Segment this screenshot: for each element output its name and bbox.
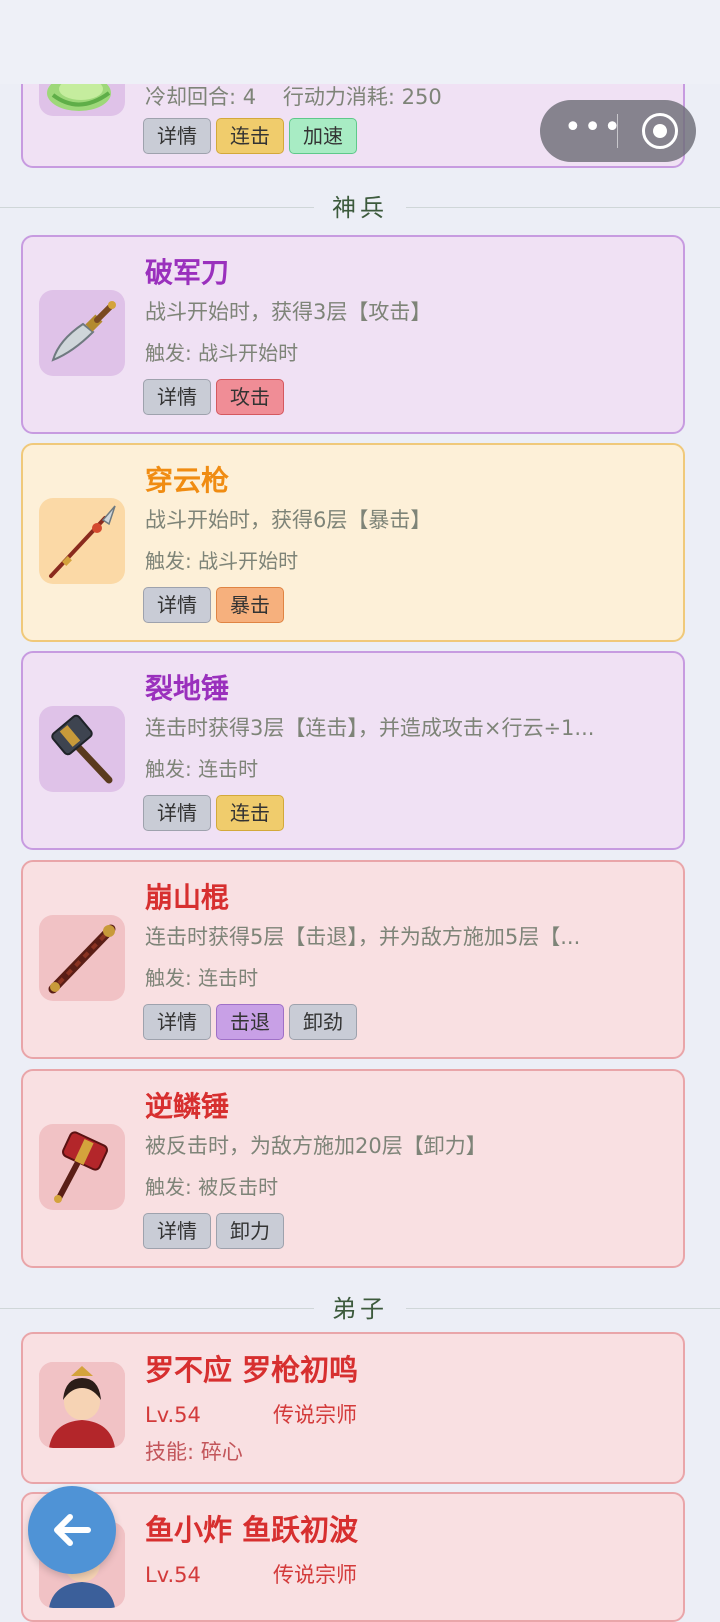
detail-tag[interactable]: 详情 xyxy=(143,118,211,154)
staff-icon xyxy=(39,915,125,1001)
critical-tag[interactable]: 暴击 xyxy=(216,587,284,623)
action-cost-text: 行动力消耗: 250 xyxy=(282,85,442,109)
capsule-divider xyxy=(617,114,618,148)
weapon-description: 战斗开始时，获得6层【暴击】 xyxy=(145,508,432,532)
attack-tag[interactable]: 攻击 xyxy=(216,379,284,415)
weapon-name: 穿云枪 xyxy=(145,464,230,497)
weapon-description: 连击时获得5层【击退】，并为敌方施加5层【... xyxy=(145,925,581,949)
arrow-left-icon xyxy=(54,1514,91,1546)
detail-tag[interactable]: 详情 xyxy=(143,379,211,415)
combo-tag[interactable]: 连击 xyxy=(216,118,284,154)
weaken-tag[interactable]: 卸力 xyxy=(216,1213,284,1249)
tag-list: 详情 暴击 xyxy=(143,587,289,625)
weapon-description: 被反击时，为敌方施加20层【卸力】 xyxy=(145,1134,487,1158)
cooldown-text: 冷却回合: 4 xyxy=(145,85,257,109)
tag-list: 详情 连击 加速 xyxy=(143,118,362,156)
tag-list: 详情 击退 卸劲 xyxy=(143,1004,362,1042)
disciple-name: 罗不应 罗枪初鸣 xyxy=(145,1353,359,1387)
disciple-rank: 传说宗师 xyxy=(273,1563,357,1587)
mini-program-capsule: ••• xyxy=(540,100,696,162)
weapon-name: 逆鳞锤 xyxy=(145,1090,230,1123)
disciple-level: Lv.54 xyxy=(145,1563,201,1587)
weapon-trigger: 触发: 战斗开始时 xyxy=(145,341,299,365)
war-hammer-icon xyxy=(39,1124,125,1210)
disciple-rank: 传说宗师 xyxy=(273,1403,357,1427)
weapon-trigger: 触发: 战斗开始时 xyxy=(145,549,299,573)
section-title-weapons: 神兵 xyxy=(332,194,388,222)
more-options-icon[interactable]: ••• xyxy=(564,112,621,150)
disciple-card[interactable]: 鱼小炸 鱼跃初波 Lv.54 传说宗师 xyxy=(21,1492,685,1622)
disciple-skill: 技能: 碎心 xyxy=(145,1440,243,1464)
weapon-card[interactable]: 破军刀 战斗开始时，获得3层【攻击】 触发: 战斗开始时 详情 攻击 xyxy=(21,235,685,434)
weapon-name: 裂地锤 xyxy=(145,672,230,705)
weapon-card[interactable]: 逆鳞锤 被反击时，为敌方施加20层【卸力】 触发: 被反击时 详情 卸力 xyxy=(21,1069,685,1268)
weapon-trigger: 触发: 被反击时 xyxy=(145,1175,279,1199)
weapon-description: 连击时获得3层【连击】，并造成攻击×行云÷1... xyxy=(145,716,595,740)
weapon-trigger: 触发: 连击时 xyxy=(145,757,259,781)
tag-list: 详情 攻击 xyxy=(143,379,289,417)
weapon-card[interactable]: 穿云枪 战斗开始时，获得6层【暴击】 触发: 战斗开始时 详情 暴击 xyxy=(21,443,685,642)
weapon-name: 崩山棍 xyxy=(145,881,230,914)
weapon-trigger: 触发: 连击时 xyxy=(145,966,259,990)
disciple-level: Lv.54 xyxy=(145,1403,201,1427)
hammer-icon xyxy=(39,706,125,792)
weapon-card[interactable]: 裂地锤 连击时获得3层【连击】，并造成攻击×行云÷1... 触发: 连击时 详情… xyxy=(21,651,685,850)
disciple-card[interactable]: 罗不应 罗枪初鸣 Lv.54 传说宗师 技能: 碎心 xyxy=(21,1332,685,1484)
detail-tag[interactable]: 详情 xyxy=(143,1213,211,1249)
knockback-tag[interactable]: 击退 xyxy=(216,1004,284,1040)
detail-tag[interactable]: 详情 xyxy=(143,1004,211,1040)
close-target-icon[interactable] xyxy=(642,113,678,149)
disarm-tag[interactable]: 卸劲 xyxy=(289,1004,357,1040)
broadsword-icon xyxy=(39,290,125,376)
disciple-name: 鱼小炸 鱼跃初波 xyxy=(145,1513,359,1547)
detail-tag[interactable]: 详情 xyxy=(143,587,211,623)
back-button[interactable] xyxy=(28,1486,116,1574)
tag-list: 详情 连击 xyxy=(143,795,289,833)
tag-list: 详情 卸力 xyxy=(143,1213,289,1251)
weapon-name: 破军刀 xyxy=(145,256,230,289)
disciple-avatar-icon xyxy=(39,1362,125,1448)
section-divider-disciples: 弟子 xyxy=(0,1289,720,1329)
section-title-disciples: 弟子 xyxy=(332,1295,388,1323)
section-divider-weapons: 神兵 xyxy=(0,188,720,228)
spear-icon xyxy=(39,498,125,584)
combo-tag[interactable]: 连击 xyxy=(216,795,284,831)
status-bar xyxy=(0,0,720,84)
haste-tag[interactable]: 加速 xyxy=(289,118,357,154)
detail-tag[interactable]: 详情 xyxy=(143,795,211,831)
weapon-description: 战斗开始时，获得3层【攻击】 xyxy=(145,300,432,324)
weapon-card[interactable]: 崩山棍 连击时获得5层【击退】，并为敌方施加5层【... 触发: 连击时 详情击… xyxy=(21,860,685,1059)
